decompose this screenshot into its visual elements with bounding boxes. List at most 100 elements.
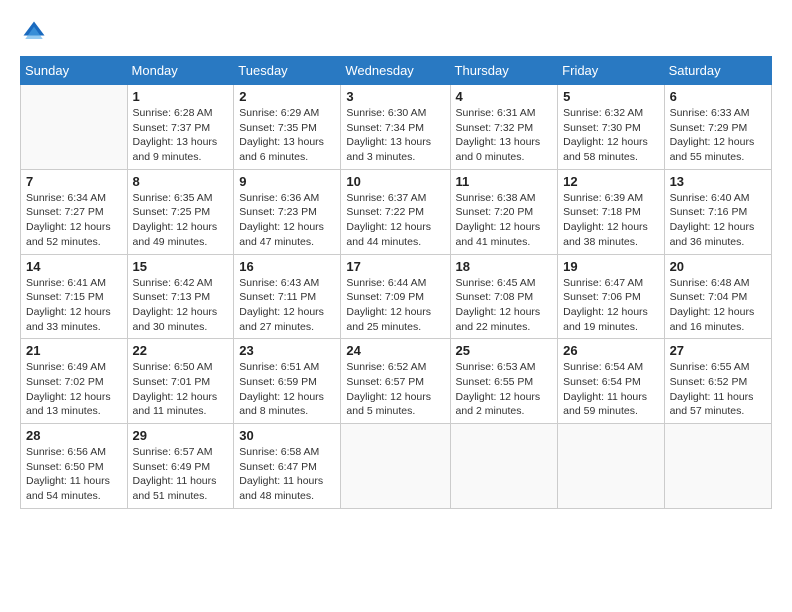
day-info: Sunrise: 6:51 AM Sunset: 6:59 PM Dayligh… — [239, 360, 335, 419]
day-cell: 18 Sunrise: 6:45 AM Sunset: 7:08 PM Dayli… — [450, 254, 558, 339]
day-cell: 13 Sunrise: 6:40 AM Sunset: 7:16 PM Dayli… — [664, 169, 771, 254]
day-number: 26 — [563, 343, 658, 358]
day-info: Sunrise: 6:44 AM Sunset: 7:09 PM Dayligh… — [346, 276, 444, 335]
header-day-monday: Monday — [127, 57, 234, 85]
day-info: Sunrise: 6:55 AM Sunset: 6:52 PM Dayligh… — [670, 360, 766, 419]
day-number: 9 — [239, 174, 335, 189]
header-day-wednesday: Wednesday — [341, 57, 450, 85]
day-cell — [341, 424, 450, 509]
day-info: Sunrise: 6:34 AM Sunset: 7:27 PM Dayligh… — [26, 191, 122, 250]
day-cell: 3 Sunrise: 6:30 AM Sunset: 7:34 PM Daylig… — [341, 85, 450, 170]
day-cell: 22 Sunrise: 6:50 AM Sunset: 7:01 PM Dayli… — [127, 339, 234, 424]
day-cell — [450, 424, 558, 509]
day-number: 22 — [133, 343, 229, 358]
day-number: 18 — [456, 259, 553, 274]
day-cell: 21 Sunrise: 6:49 AM Sunset: 7:02 PM Dayli… — [21, 339, 128, 424]
day-number: 7 — [26, 174, 122, 189]
day-info: Sunrise: 6:40 AM Sunset: 7:16 PM Dayligh… — [670, 191, 766, 250]
day-info: Sunrise: 6:35 AM Sunset: 7:25 PM Dayligh… — [133, 191, 229, 250]
day-info: Sunrise: 6:49 AM Sunset: 7:02 PM Dayligh… — [26, 360, 122, 419]
day-info: Sunrise: 6:57 AM Sunset: 6:49 PM Dayligh… — [133, 445, 229, 504]
day-cell: 10Sunrise: 6:37 AM Sunset: 7:22 PM Dayli… — [341, 169, 450, 254]
day-cell: 12 Sunrise: 6:39 AM Sunset: 7:18 PM Dayli… — [558, 169, 664, 254]
day-number: 21 — [26, 343, 122, 358]
day-info: Sunrise: 6:42 AM Sunset: 7:13 PM Dayligh… — [133, 276, 229, 335]
day-number: 3 — [346, 89, 444, 104]
day-cell — [558, 424, 664, 509]
day-info: Sunrise: 6:53 AM Sunset: 6:55 PM Dayligh… — [456, 360, 553, 419]
day-number: 20 — [670, 259, 766, 274]
day-cell — [21, 85, 128, 170]
day-cell: 24Sunrise: 6:52 AM Sunset: 6:57 PM Dayli… — [341, 339, 450, 424]
day-info: Sunrise: 6:43 AM Sunset: 7:11 PM Dayligh… — [239, 276, 335, 335]
week-row-4: 21 Sunrise: 6:49 AM Sunset: 7:02 PM Dayli… — [21, 339, 772, 424]
day-number: 30 — [239, 428, 335, 443]
day-number: 5 — [563, 89, 658, 104]
day-cell: 14 Sunrise: 6:41 AM Sunset: 7:15 PM Dayli… — [21, 254, 128, 339]
day-info: Sunrise: 6:38 AM Sunset: 7:20 PM Dayligh… — [456, 191, 553, 250]
day-number: 15 — [133, 259, 229, 274]
day-info: Sunrise: 6:29 AM Sunset: 7:35 PM Dayligh… — [239, 106, 335, 165]
day-info: Sunrise: 6:39 AM Sunset: 7:18 PM Dayligh… — [563, 191, 658, 250]
header-day-saturday: Saturday — [664, 57, 771, 85]
day-info: Sunrise: 6:31 AM Sunset: 7:32 PM Dayligh… — [456, 106, 553, 165]
day-info: Sunrise: 6:36 AM Sunset: 7:23 PM Dayligh… — [239, 191, 335, 250]
day-number: 28 — [26, 428, 122, 443]
day-number: 29 — [133, 428, 229, 443]
header-day-thursday: Thursday — [450, 57, 558, 85]
week-row-2: 7 Sunrise: 6:34 AM Sunset: 7:27 PM Daylig… — [21, 169, 772, 254]
week-row-1: 1Sunrise: 6:28 AM Sunset: 7:37 PM Daylig… — [21, 85, 772, 170]
day-number: 13 — [670, 174, 766, 189]
day-cell: 27 Sunrise: 6:55 AM Sunset: 6:52 PM Dayli… — [664, 339, 771, 424]
header-row: SundayMondayTuesdayWednesdayThursdayFrid… — [21, 57, 772, 85]
day-number: 11 — [456, 174, 553, 189]
day-number: 23 — [239, 343, 335, 358]
day-number: 19 — [563, 259, 658, 274]
day-number: 27 — [670, 343, 766, 358]
day-number: 2 — [239, 89, 335, 104]
day-cell: 28 Sunrise: 6:56 AM Sunset: 6:50 PM Dayli… — [21, 424, 128, 509]
header-day-tuesday: Tuesday — [234, 57, 341, 85]
day-number: 4 — [456, 89, 553, 104]
day-number: 24 — [346, 343, 444, 358]
header-day-sunday: Sunday — [21, 57, 128, 85]
day-info: Sunrise: 6:48 AM Sunset: 7:04 PM Dayligh… — [670, 276, 766, 335]
day-cell: 5 Sunrise: 6:32 AM Sunset: 7:30 PM Daylig… — [558, 85, 664, 170]
day-number: 12 — [563, 174, 658, 189]
day-cell — [664, 424, 771, 509]
day-cell: 19 Sunrise: 6:47 AM Sunset: 7:06 PM Dayli… — [558, 254, 664, 339]
day-info: Sunrise: 6:58 AM Sunset: 6:47 PM Dayligh… — [239, 445, 335, 504]
day-cell: 7 Sunrise: 6:34 AM Sunset: 7:27 PM Daylig… — [21, 169, 128, 254]
day-number: 14 — [26, 259, 122, 274]
day-info: Sunrise: 6:33 AM Sunset: 7:29 PM Dayligh… — [670, 106, 766, 165]
day-info: Sunrise: 6:41 AM Sunset: 7:15 PM Dayligh… — [26, 276, 122, 335]
day-cell: 8Sunrise: 6:35 AM Sunset: 7:25 PM Daylig… — [127, 169, 234, 254]
day-cell: 30 Sunrise: 6:58 AM Sunset: 6:47 PM Dayli… — [234, 424, 341, 509]
day-info: Sunrise: 6:47 AM Sunset: 7:06 PM Dayligh… — [563, 276, 658, 335]
day-cell: 29 Sunrise: 6:57 AM Sunset: 6:49 PM Dayli… — [127, 424, 234, 509]
day-cell: 9 Sunrise: 6:36 AM Sunset: 7:23 PM Daylig… — [234, 169, 341, 254]
day-info: Sunrise: 6:32 AM Sunset: 7:30 PM Dayligh… — [563, 106, 658, 165]
day-number: 1 — [133, 89, 229, 104]
day-info: Sunrise: 6:30 AM Sunset: 7:34 PM Dayligh… — [346, 106, 444, 165]
day-cell: 20 Sunrise: 6:48 AM Sunset: 7:04 PM Dayli… — [664, 254, 771, 339]
day-cell: 15 Sunrise: 6:42 AM Sunset: 7:13 PM Dayli… — [127, 254, 234, 339]
day-number: 10 — [346, 174, 444, 189]
calendar-page: SundayMondayTuesdayWednesdayThursdayFrid… — [0, 0, 792, 612]
day-info: Sunrise: 6:45 AM Sunset: 7:08 PM Dayligh… — [456, 276, 553, 335]
day-cell: 25 Sunrise: 6:53 AM Sunset: 6:55 PM Dayli… — [450, 339, 558, 424]
day-cell: 6Sunrise: 6:33 AM Sunset: 7:29 PM Daylig… — [664, 85, 771, 170]
logo-icon — [20, 18, 48, 46]
day-cell: 23 Sunrise: 6:51 AM Sunset: 6:59 PM Dayli… — [234, 339, 341, 424]
header-day-friday: Friday — [558, 57, 664, 85]
day-cell: 4 Sunrise: 6:31 AM Sunset: 7:32 PM Daylig… — [450, 85, 558, 170]
day-info: Sunrise: 6:50 AM Sunset: 7:01 PM Dayligh… — [133, 360, 229, 419]
day-number: 25 — [456, 343, 553, 358]
day-cell: 1Sunrise: 6:28 AM Sunset: 7:37 PM Daylig… — [127, 85, 234, 170]
day-info: Sunrise: 6:56 AM Sunset: 6:50 PM Dayligh… — [26, 445, 122, 504]
day-info: Sunrise: 6:54 AM Sunset: 6:54 PM Dayligh… — [563, 360, 658, 419]
day-cell: 2 Sunrise: 6:29 AM Sunset: 7:35 PM Daylig… — [234, 85, 341, 170]
calendar-table: SundayMondayTuesdayWednesdayThursdayFrid… — [20, 56, 772, 509]
logo — [20, 18, 52, 46]
day-cell: 11 Sunrise: 6:38 AM Sunset: 7:20 PM Dayli… — [450, 169, 558, 254]
